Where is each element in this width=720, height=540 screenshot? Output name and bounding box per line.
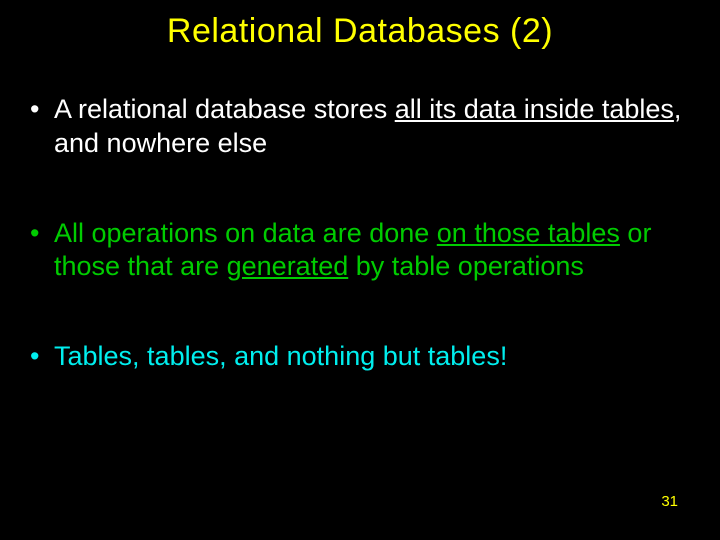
bullet-2-text-c: by table operations [348,251,584,281]
bullet-3-text: Tables, tables, and nothing but tables! [54,341,507,371]
slide-title: Relational Databases (2) [0,0,720,51]
bullet-1: A relational database stores all its dat… [24,93,696,161]
bullet-1-text-a: A relational database stores [54,94,395,124]
bullet-1-underline: all its data inside tables [395,94,674,124]
slide: Relational Databases (2) A relational da… [0,0,720,540]
bullet-2-text-a: All operations on data are done [54,218,437,248]
bullet-2: All operations on data are done on those… [24,217,696,285]
page-number: 31 [661,493,678,510]
bullet-list: A relational database stores all its dat… [24,93,696,374]
bullet-3: Tables, tables, and nothing but tables! [24,340,696,374]
bullet-2-underline-b: generated [227,251,349,281]
slide-content: A relational database stores all its dat… [0,51,720,374]
bullet-2-underline-a: on those tables [437,218,620,248]
